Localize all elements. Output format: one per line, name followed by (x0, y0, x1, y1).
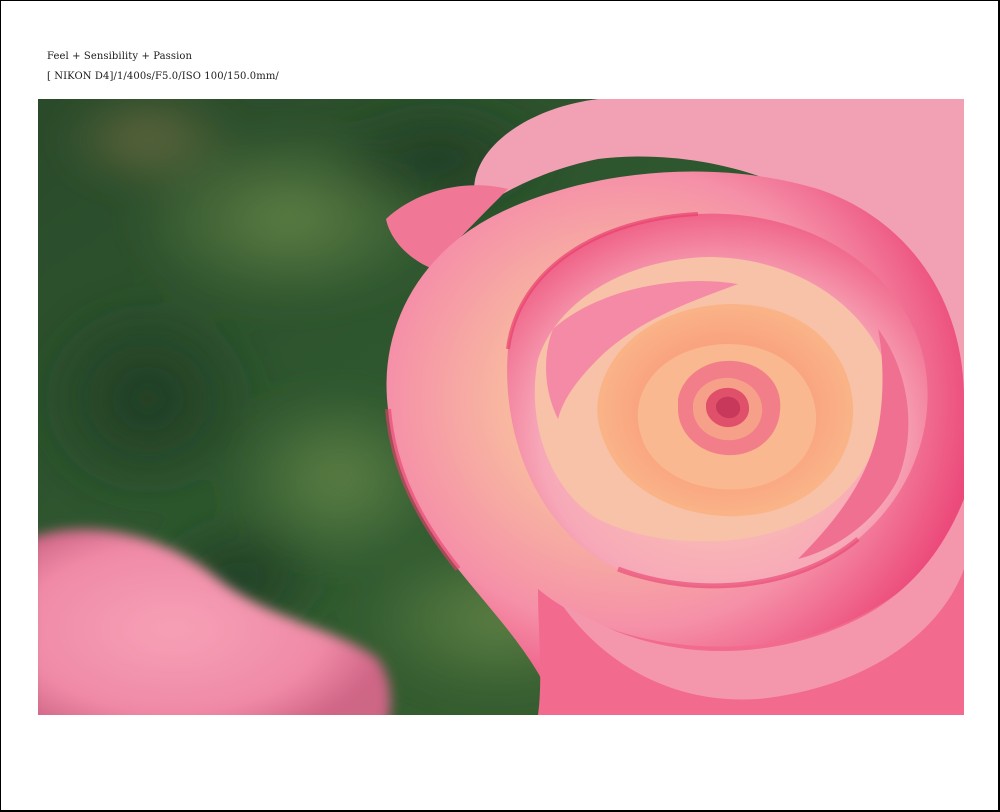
rose-illustration (38, 99, 964, 715)
page: Feel + Sensibility + Passion [ NIKON D4]… (0, 0, 1000, 812)
photo-title: Feel + Sensibility + Passion (47, 51, 193, 62)
camera-settings: [ NIKON D4]/1/400s/F5.0/ISO 100/150.0mm/ (47, 71, 279, 82)
rose-photo (38, 99, 964, 715)
